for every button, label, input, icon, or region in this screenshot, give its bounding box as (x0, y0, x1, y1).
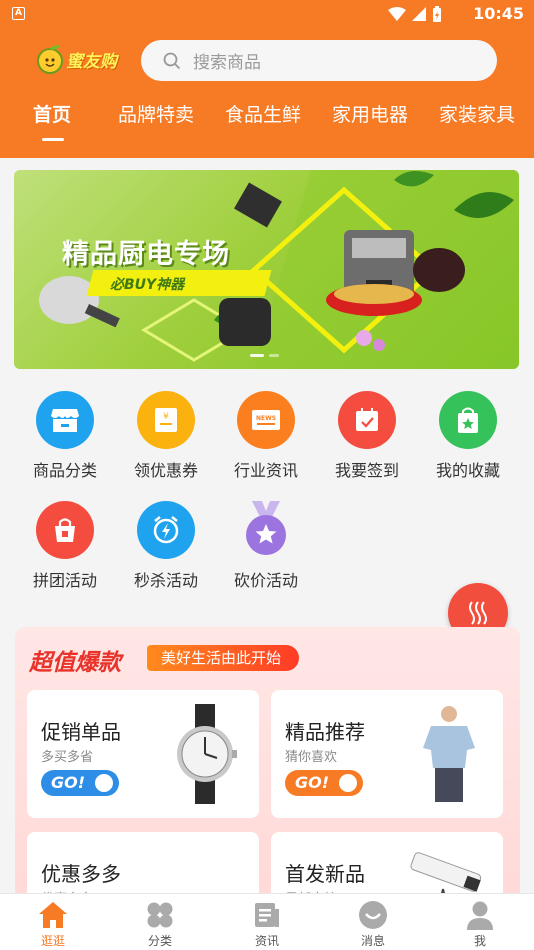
svg-text:NEWS: NEWS (256, 415, 276, 422)
tab-furniture[interactable]: 家装家具 (439, 100, 515, 127)
search-input[interactable]: 搜索商品 (141, 40, 497, 81)
nav-messages[interactable]: 消息 (343, 900, 403, 949)
nav-news[interactable]: 资讯 (237, 900, 297, 949)
search-placeholder: 搜索商品 (193, 53, 261, 73)
menu-item-categories[interactable]: 商品分类 (20, 391, 110, 481)
banner-headline: 精品厨电专场 (62, 239, 230, 270)
bottom-navigation: 逛逛 分类 资讯 消息 我 (0, 893, 534, 950)
card-promo-items[interactable]: 促销单品 多买多省 GO! (27, 690, 259, 818)
calendar-check-icon (356, 408, 378, 431)
section-title: 超值爆款 (29, 650, 121, 676)
nav-category[interactable]: 分类 (130, 900, 190, 949)
heat-wave-icon (469, 601, 487, 625)
tab-brand-sale[interactable]: 品牌特卖 (118, 100, 194, 127)
watch-icon (177, 704, 237, 804)
category-tabs: 首页 品牌特卖 食品生鲜 家用电器 家装家具 (0, 100, 534, 144)
top-header: 蜜友购 搜索商品 首页 品牌特卖 食品生鲜 家用电器 家装家具 (0, 28, 534, 158)
document-icon (255, 903, 279, 927)
card-recommended[interactable]: 精品推荐 猜你喜欢 GO! (271, 690, 503, 818)
user-icon (467, 901, 493, 930)
status-time: 10:45 (473, 4, 524, 23)
status-bar: A 10:45 (0, 0, 534, 28)
hot-deals-section: 超值爆款 美好生活由此开始 促销单品 多买多省 GO! 精品推荐 猜你喜欢 GO… (15, 627, 520, 907)
notification-a-icon: A (12, 7, 25, 20)
active-tab-indicator (42, 138, 64, 141)
promo-banner[interactable]: 精品厨电专场 必BUY神器 (14, 170, 519, 369)
signal-icon (412, 7, 426, 21)
category-icon (147, 902, 173, 928)
svg-text:¥: ¥ (163, 412, 169, 422)
menu-item-bargain[interactable]: 砍价活动 (221, 501, 311, 591)
coupon-icon: ¥ (155, 408, 177, 432)
shopping-basket-icon (55, 518, 75, 542)
tab-appliances[interactable]: 家用电器 (332, 100, 408, 127)
nav-home[interactable]: 逛逛 (23, 900, 83, 949)
page-dot-active (250, 354, 264, 357)
page-dot (269, 354, 279, 357)
news-icon: NEWS (252, 410, 280, 430)
store-icon (51, 409, 79, 432)
nav-profile[interactable]: 我 (450, 900, 510, 949)
logo-text: 蜜友购 (66, 51, 117, 72)
wifi-icon (388, 7, 406, 21)
battery-icon (433, 6, 441, 22)
menu-item-checkin[interactable]: 我要签到 (322, 391, 412, 481)
menu-item-group-buy[interactable]: 拼团活动 (20, 501, 110, 591)
medal-star-icon (246, 501, 286, 555)
alarm-bolt-icon (153, 516, 179, 544)
menu-item-coupons[interactable]: ¥ 领优惠券 (121, 391, 211, 481)
section-tagline: 美好生活由此开始 (147, 645, 300, 671)
favorite-bag-icon (458, 407, 478, 433)
app-logo[interactable]: 蜜友购 (36, 44, 117, 74)
go-button[interactable]: GO! (41, 770, 119, 796)
tab-fresh-food[interactable]: 食品生鲜 (225, 100, 301, 127)
menu-item-news[interactable]: NEWS 行业资讯 (221, 391, 311, 481)
shirt-model-icon (423, 706, 475, 802)
search-icon (163, 52, 181, 69)
message-smile-icon (359, 901, 387, 929)
banner-slogan: 必BUY神器 (110, 277, 185, 293)
tab-home[interactable]: 首页 (33, 100, 71, 127)
menu-item-favorites[interactable]: 我的收藏 (423, 391, 513, 481)
home-icon (39, 902, 67, 928)
go-button[interactable]: GO! (285, 770, 363, 796)
orange-fruit-icon (37, 45, 63, 74)
banner-pagination (250, 354, 279, 357)
menu-item-flash-sale[interactable]: 秒杀活动 (121, 501, 211, 591)
